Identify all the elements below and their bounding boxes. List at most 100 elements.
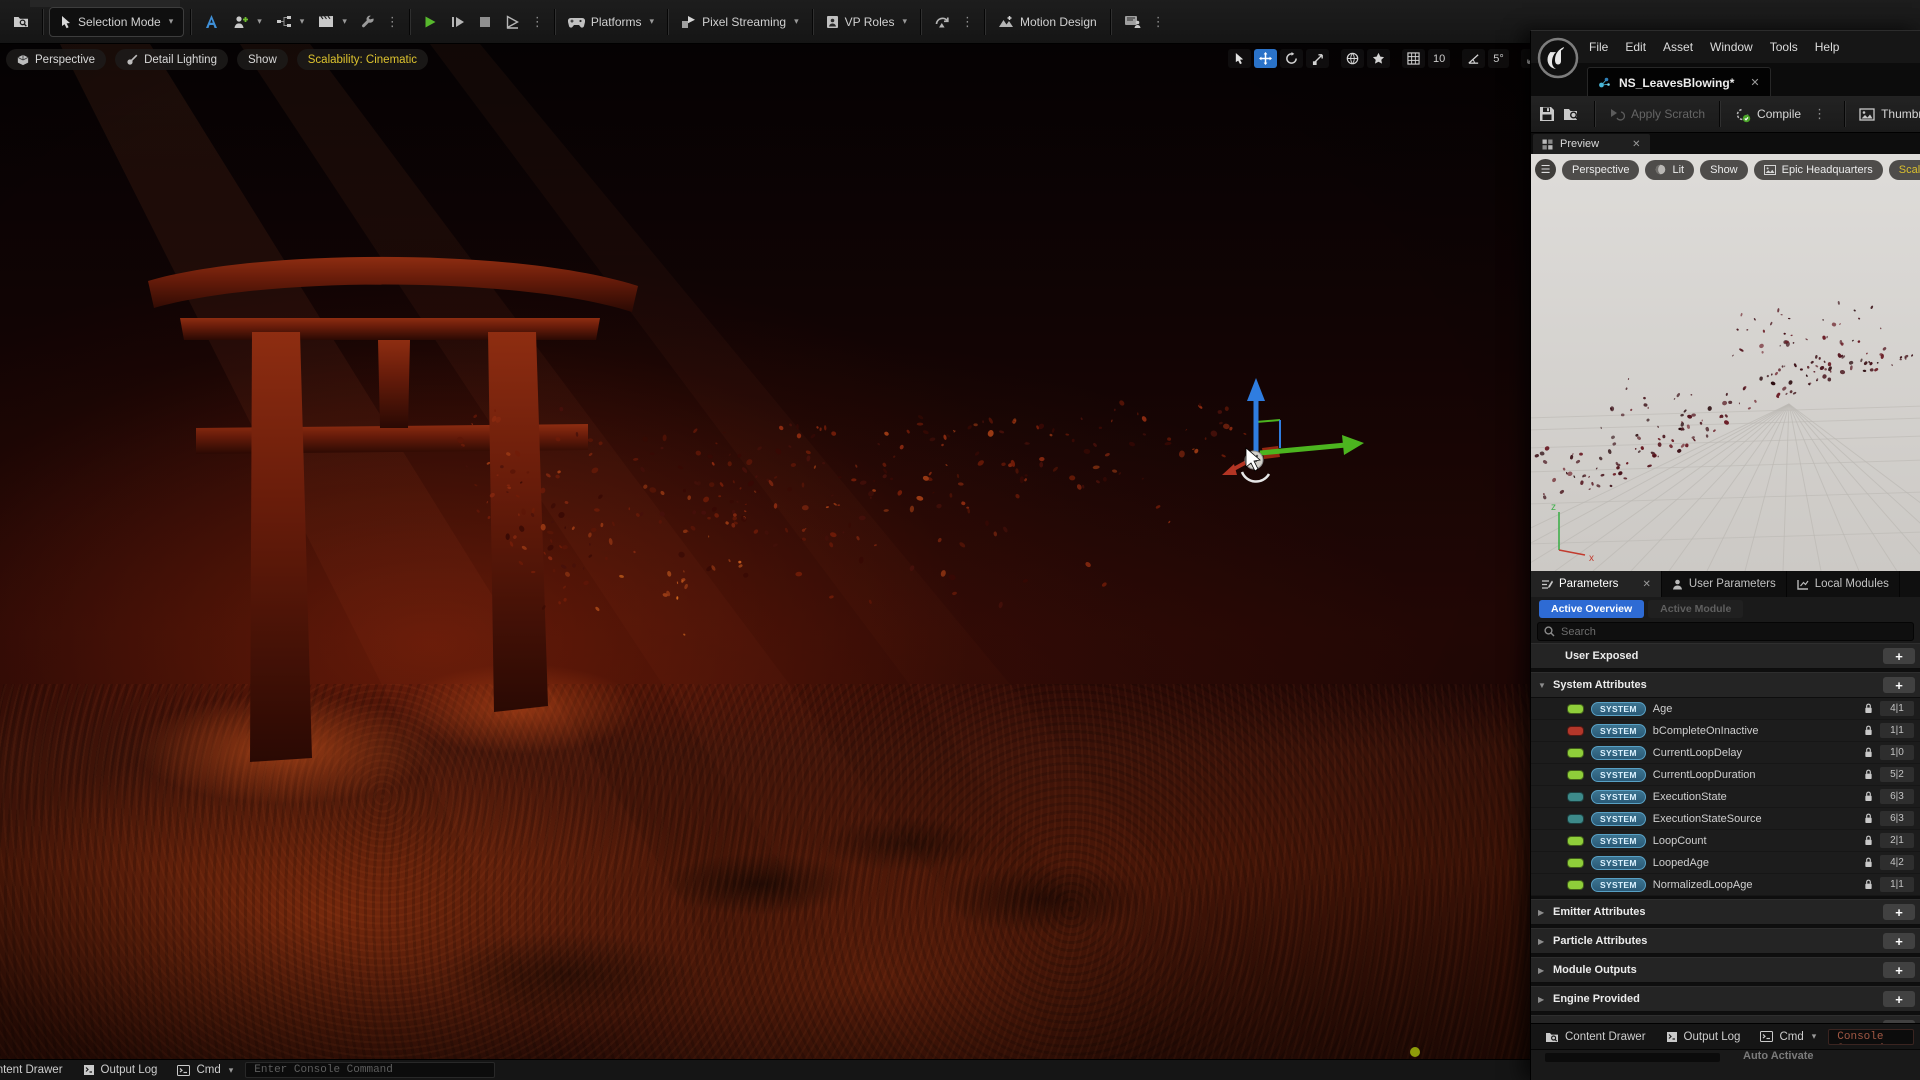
niagara-console-input[interactable]: Enter Console Command bbox=[1828, 1029, 1914, 1045]
niagara-cmd-dropdown[interactable]: Cmd ▾ bbox=[1752, 1029, 1824, 1045]
parameter-row[interactable]: SYSTEM Age 4|1 bbox=[1531, 698, 1920, 720]
thumbnail-button[interactable]: Thumbnail bbox=[1859, 107, 1920, 121]
stop-button[interactable] bbox=[472, 8, 498, 36]
tab-parameters[interactable]: Parameters ✕ bbox=[1531, 571, 1662, 597]
preview-scalability-pill[interactable]: Scalability: Cinematic bbox=[1889, 160, 1920, 180]
menu-edit[interactable]: Edit bbox=[1625, 40, 1646, 54]
content-browser-button[interactable] bbox=[6, 8, 36, 36]
editor-tools-button[interactable] bbox=[354, 8, 382, 36]
preview-show-dropdown[interactable]: Show bbox=[1700, 160, 1748, 180]
level-viewport[interactable]: Perspective Detail Lighting Show Scalabi… bbox=[0, 44, 1530, 1059]
niagara-preview-viewport[interactable]: z x ☰ Perspective Lit Show bbox=[1531, 154, 1920, 571]
add-parameter-button[interactable]: + bbox=[1883, 962, 1915, 978]
rotation-snap-value[interactable]: 5° bbox=[1488, 49, 1509, 68]
compile-button[interactable]: Compile bbox=[1734, 106, 1801, 123]
play-options-kebab[interactable]: ⋮ bbox=[527, 14, 548, 30]
launch-button[interactable] bbox=[498, 8, 527, 36]
rotation-snap-toggle[interactable] bbox=[1462, 49, 1485, 68]
select-tool-button[interactable] bbox=[1228, 49, 1251, 68]
remote-session-kebab[interactable]: ⋮ bbox=[1148, 14, 1169, 30]
platforms-dropdown[interactable]: Platforms ▾ bbox=[561, 8, 661, 36]
scale-snap-toggle[interactable] bbox=[1521, 49, 1530, 68]
preview-tab[interactable]: Preview ✕ bbox=[1533, 134, 1650, 154]
live-link-button[interactable] bbox=[927, 8, 957, 36]
parameter-row[interactable]: SYSTEM ExecutionState 6|3 bbox=[1531, 786, 1920, 808]
browse-to-asset-button[interactable] bbox=[1563, 107, 1580, 121]
scale-tool-button[interactable] bbox=[1306, 49, 1329, 68]
blueprints-button[interactable] bbox=[197, 8, 226, 36]
section-user-exposed[interactable]: User Exposed + bbox=[1531, 643, 1920, 669]
search-input[interactable]: Search bbox=[1537, 622, 1914, 641]
add-parameter-button[interactable]: + bbox=[1883, 677, 1915, 693]
parameter-row[interactable]: SYSTEM NormalizedLoopAge 1|1 bbox=[1531, 874, 1920, 896]
show-dropdown[interactable]: Show bbox=[237, 49, 288, 70]
active-overview-button[interactable]: Active Overview bbox=[1539, 600, 1644, 618]
cinematics-dropdown[interactable]: ▾ bbox=[311, 8, 354, 36]
parameter-row[interactable]: SYSTEM LoopCount 2|1 bbox=[1531, 830, 1920, 852]
add-parameter-button[interactable]: + bbox=[1883, 648, 1915, 664]
add-parameter-button[interactable]: + bbox=[1883, 904, 1915, 920]
menu-asset[interactable]: Asset bbox=[1663, 40, 1693, 54]
section-engine-provided[interactable]: ▶ Engine Provided + bbox=[1531, 986, 1920, 1012]
niagara-output-log-button[interactable]: Output Log bbox=[1658, 1029, 1749, 1045]
close-icon[interactable]: ✕ bbox=[1750, 76, 1759, 89]
preview-perspective-dropdown[interactable]: Perspective bbox=[1562, 160, 1639, 180]
save-button[interactable] bbox=[1539, 106, 1555, 122]
menu-tools[interactable]: Tools bbox=[1770, 40, 1798, 54]
vp-roles-dropdown[interactable]: VP Roles ▾ bbox=[819, 8, 914, 36]
cmd-dropdown[interactable]: Cmd ▾ bbox=[169, 1062, 241, 1078]
screen-person-icon bbox=[1124, 15, 1141, 28]
output-log-button[interactable]: Output Log bbox=[75, 1062, 166, 1078]
frame-skip-button[interactable] bbox=[444, 8, 472, 36]
surface-snapping-button[interactable] bbox=[1367, 49, 1390, 68]
compile-options-kebab[interactable]: ⋮ bbox=[1809, 106, 1830, 122]
apply-scratch-icon bbox=[1609, 107, 1625, 121]
menu-window[interactable]: Window bbox=[1710, 40, 1753, 54]
console-command-input[interactable]: Enter Console Command bbox=[245, 1062, 495, 1078]
parameter-row[interactable]: SYSTEM CurrentLoopDelay 1|0 bbox=[1531, 742, 1920, 764]
add-parameter-button[interactable]: + bbox=[1883, 933, 1915, 949]
scalability-warning-pill[interactable]: Scalability: Cinematic bbox=[297, 49, 428, 70]
grid-snap-toggle[interactable] bbox=[1402, 49, 1425, 68]
add-parameter-button[interactable]: + bbox=[1883, 991, 1915, 1007]
remote-session-button[interactable] bbox=[1117, 8, 1148, 36]
move-tool-button[interactable] bbox=[1254, 49, 1277, 68]
active-module-button[interactable]: Active Module bbox=[1648, 600, 1743, 618]
preview-menu-button[interactable]: ☰ bbox=[1535, 159, 1556, 180]
tab-user-parameters[interactable]: User Parameters bbox=[1662, 571, 1787, 597]
node-tools-dropdown[interactable]: ▾ bbox=[269, 8, 312, 36]
selection-mode-dropdown[interactable]: Selection Mode ▾ bbox=[49, 7, 184, 37]
section-particle-attributes[interactable]: ▶ Particle Attributes + bbox=[1531, 928, 1920, 954]
preview-lit-dropdown[interactable]: Lit bbox=[1645, 160, 1694, 180]
close-icon[interactable]: ✕ bbox=[1642, 579, 1650, 590]
section-system-attributes[interactable]: ▼ System Attributes + bbox=[1531, 672, 1920, 698]
add-actor-dropdown[interactable]: ▾ bbox=[226, 8, 269, 36]
live-link-kebab[interactable]: ⋮ bbox=[957, 14, 978, 30]
perspective-label: Perspective bbox=[35, 54, 95, 66]
parameter-row[interactable]: SYSTEM bCompleteOnInactive 1|1 bbox=[1531, 720, 1920, 742]
transform-gizmo[interactable] bbox=[1222, 378, 1364, 482]
menu-file[interactable]: File bbox=[1589, 40, 1608, 54]
grid-snap-value[interactable]: 10 bbox=[1428, 49, 1450, 68]
content-drawer-button[interactable]: Content Drawer bbox=[0, 1062, 71, 1078]
section-emitter-attributes[interactable]: ▶ Emitter Attributes + bbox=[1531, 899, 1920, 925]
view-mode-dropdown[interactable]: Detail Lighting bbox=[115, 49, 228, 70]
section-module-outputs[interactable]: ▶ Module Outputs + bbox=[1531, 957, 1920, 983]
niagara-content-drawer-button[interactable]: Content Drawer bbox=[1537, 1029, 1654, 1045]
world-local-toggle[interactable] bbox=[1341, 49, 1364, 68]
menu-help[interactable]: Help bbox=[1815, 40, 1840, 54]
pixel-streaming-dropdown[interactable]: Pixel Streaming ▾ bbox=[674, 8, 806, 36]
preview-environment-dropdown[interactable]: Epic Headquarters bbox=[1754, 160, 1883, 180]
parameter-row[interactable]: SYSTEM LoopedAge 4|2 bbox=[1531, 852, 1920, 874]
toolbar-overflow-kebab[interactable]: ⋮ bbox=[382, 14, 403, 30]
play-button[interactable] bbox=[416, 8, 444, 36]
perspective-dropdown[interactable]: Perspective bbox=[6, 49, 106, 70]
parameter-row[interactable]: SYSTEM CurrentLoopDuration 5|2 bbox=[1531, 764, 1920, 786]
close-icon[interactable]: ✕ bbox=[1632, 139, 1640, 150]
tab-local-modules[interactable]: Local Modules bbox=[1787, 571, 1900, 597]
rotate-tool-button[interactable] bbox=[1280, 49, 1303, 68]
apply-scratch-button[interactable]: Apply Scratch bbox=[1609, 107, 1705, 121]
motion-design-button[interactable]: Motion Design bbox=[991, 8, 1104, 36]
parameter-row[interactable]: SYSTEM ExecutionStateSource 6|3 bbox=[1531, 808, 1920, 830]
asset-tab[interactable]: NS_LeavesBlowing* ✕ bbox=[1587, 67, 1771, 97]
